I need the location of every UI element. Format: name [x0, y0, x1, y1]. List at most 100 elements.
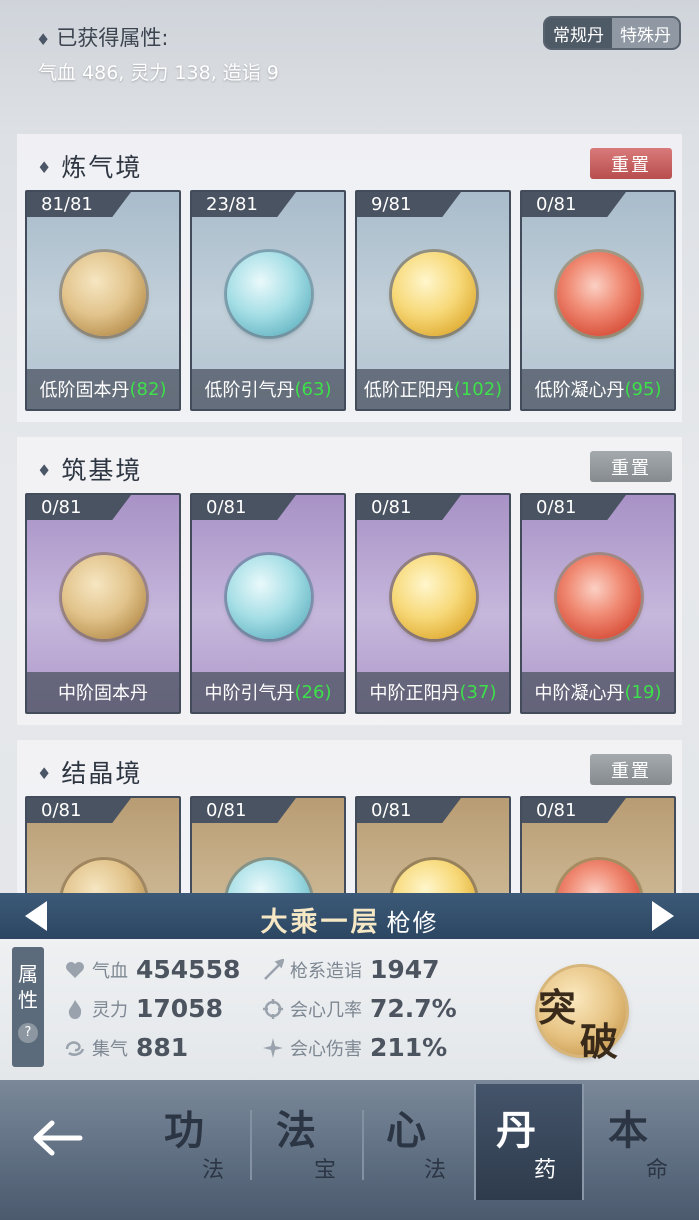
stat-hp: 气血 454558: [64, 955, 240, 984]
tab-benming[interactable]: 本 命: [588, 1098, 698, 1198]
stat-crit-rate: 会心几率 72.7%: [262, 994, 457, 1023]
pill-card[interactable]: 23/81 低阶引气丹 (63): [190, 190, 346, 411]
pill-card[interactable]: 9/81 低阶正阳丹 (102): [355, 190, 511, 411]
pill-card[interactable]: 0/81: [355, 796, 511, 893]
diamond-icon: ♦: [37, 764, 54, 783]
diamond-icon: ♦: [37, 461, 54, 480]
obtained-attributes-panel: ♦ 已获得属性: 气血 486, 灵力 138, 造诣 9 常规丹 特殊丹: [0, 0, 699, 130]
stat-label: 会心几率: [290, 999, 362, 1021]
pill-name-bar: 中阶凝心丹 (19): [522, 672, 674, 712]
pill-card[interactable]: 0/81: [190, 796, 346, 893]
pill-count: 0/81: [357, 798, 461, 823]
pill-card[interactable]: 0/81 中阶固本丹: [25, 493, 181, 714]
tab-big-char: 法: [276, 1108, 316, 1154]
ningxin-pill-icon: [557, 860, 641, 893]
pill-card[interactable]: 0/81: [520, 796, 676, 893]
tab-danyao[interactable]: 丹 药: [474, 1084, 584, 1200]
pill-level: (102): [453, 378, 503, 400]
normal-pill-tab[interactable]: 常规丹: [545, 18, 612, 48]
back-arrow-icon[interactable]: [28, 1108, 88, 1168]
pill-type-toggle: 常规丹 特殊丹: [543, 16, 681, 50]
pill-count: 81/81: [27, 192, 131, 217]
ningxin-pill-icon: [557, 555, 641, 639]
diamond-icon: ♦: [36, 30, 51, 49]
flame-icon: [68, 999, 82, 1019]
next-arrow-icon[interactable]: [645, 898, 681, 934]
reset-button[interactable]: 重置: [590, 451, 672, 482]
pill-name: 中阶引气丹: [204, 683, 295, 704]
yinqi-pill-icon: [227, 860, 311, 893]
pill-count: 9/81: [357, 192, 461, 217]
obtained-label: 已获得属性:: [56, 26, 169, 50]
stat-spirit: 灵力 17058: [64, 994, 223, 1023]
reset-button[interactable]: 重置: [590, 754, 672, 785]
stat-label: 枪系造诣: [290, 960, 362, 982]
guben-pill-icon: [62, 252, 146, 336]
pill-name: 低阶凝心丹: [534, 380, 625, 401]
stat-mastery: 枪系造诣 1947: [262, 955, 440, 984]
pill-name: 中阶正阳丹: [369, 683, 460, 704]
pill-card[interactable]: 0/81: [25, 796, 181, 893]
pill-level: (95): [624, 378, 662, 400]
section-title: 炼气境: [61, 153, 143, 182]
reset-button[interactable]: 重置: [590, 148, 672, 179]
pill-name-bar: 中阶引气丹 (26): [192, 672, 344, 712]
tab-small-char: 药: [534, 1158, 557, 1183]
stat-value: 211%: [370, 1033, 448, 1062]
section-jiejing: ♦ 结晶境 重置 0/81 0/81 0/81 0/81: [17, 740, 682, 893]
obtained-stats: 气血 486, 灵力 138, 造诣 9: [38, 62, 279, 84]
breakthrough-char-2: 破: [580, 1020, 619, 1064]
pill-name: 中阶固本丹: [58, 683, 148, 704]
pill-level: (37): [459, 681, 497, 703]
tab-small-char: 法: [424, 1158, 447, 1183]
tab-gongfa[interactable]: 功 法: [144, 1098, 254, 1198]
tab-big-char: 功: [164, 1108, 204, 1154]
bottom-nav: 功 法 法 宝 心 法 丹 药 本 命: [0, 1080, 699, 1220]
pill-count: 0/81: [522, 798, 626, 823]
pill-count: 0/81: [357, 495, 461, 520]
crit-rate-icon: [263, 998, 283, 1019]
heart-icon: [66, 961, 84, 978]
nav-divider: [362, 1110, 364, 1180]
pill-name-bar: 低阶固本丹 (82): [27, 369, 179, 409]
tab-small-char: 法: [202, 1158, 225, 1183]
tab-fabao[interactable]: 法 宝: [256, 1098, 366, 1198]
special-pill-tab[interactable]: 特殊丹: [612, 18, 679, 48]
tab-small-char: 宝: [314, 1158, 337, 1183]
pill-card[interactable]: 0/81 中阶正阳丹 (37): [355, 493, 511, 714]
realm-bar: 大乘一层 枪修: [0, 893, 699, 939]
swirl-icon: [65, 1040, 85, 1056]
realm-name: 大乘一层: [260, 907, 381, 938]
pill-level: (82): [129, 378, 167, 400]
breakthrough-char-1: 突: [538, 986, 577, 1030]
help-icon[interactable]: ?: [18, 1023, 38, 1043]
pill-card[interactable]: 81/81 低阶固本丹 (82): [25, 190, 181, 411]
pill-card[interactable]: 0/81 中阶凝心丹 (19): [520, 493, 676, 714]
stat-label: 集气: [92, 1038, 128, 1060]
stat-label: 灵力: [92, 999, 128, 1021]
pill-count: 0/81: [522, 495, 626, 520]
obtained-label-row: ♦ 已获得属性:: [36, 22, 168, 52]
section-title: 筑基境: [61, 456, 143, 485]
breakthrough-button[interactable]: 突 破: [512, 963, 640, 1064]
tab-big-char: 丹: [496, 1108, 536, 1154]
pill-name-bar: 中阶正阳丹 (37): [357, 672, 509, 712]
stat-value: 454558: [136, 955, 241, 984]
pill-level: (26): [294, 681, 332, 703]
pill-name: 低阶固本丹: [39, 380, 130, 401]
tab-big-char: 本: [608, 1108, 648, 1154]
character-class: 枪修: [386, 909, 439, 937]
zhengyang-pill-icon: [392, 555, 476, 639]
realm-display: 大乘一层 枪修: [0, 900, 699, 939]
pill-name-bar: 低阶凝心丹 (95): [522, 369, 674, 409]
spear-icon: [264, 958, 284, 980]
pill-card[interactable]: 0/81 中阶引气丹 (26): [190, 493, 346, 714]
pill-name-bar: 中阶固本丹: [27, 672, 179, 712]
pill-name-bar: 低阶正阳丹 (102): [357, 369, 509, 409]
tab-xinfa[interactable]: 心 法: [366, 1098, 476, 1198]
pill-name: 中阶凝心丹: [534, 683, 625, 704]
section-title: 结晶境: [61, 759, 143, 788]
pill-card[interactable]: 0/81 低阶凝心丹 (95): [520, 190, 676, 411]
attributes-tab[interactable]: 属 性 ?: [12, 947, 44, 1067]
pill-level: (19): [624, 681, 662, 703]
